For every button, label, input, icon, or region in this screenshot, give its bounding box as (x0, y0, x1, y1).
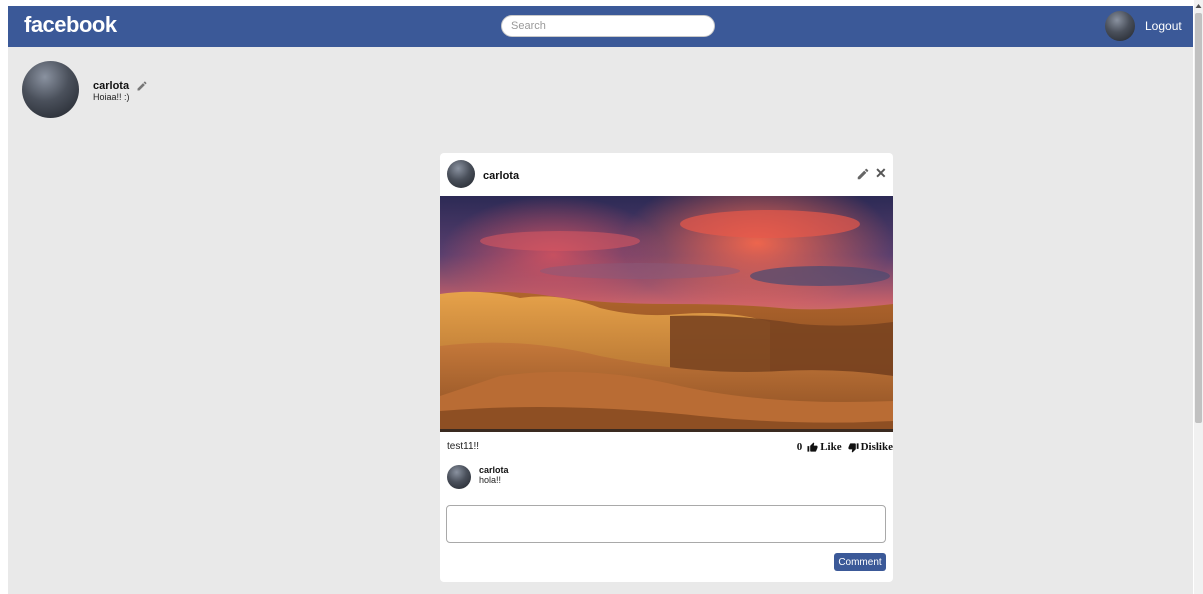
desert-sunset-image (440, 196, 893, 432)
profile-status: Hoiaa!! :) (93, 92, 130, 102)
close-icon[interactable]: ✕ (875, 166, 887, 180)
post-card: carlota ✕ test11!! 0 Like Dislike carlot… (440, 153, 893, 582)
facebook-logo[interactable]: facebook (24, 12, 117, 38)
profile-avatar[interactable] (22, 61, 79, 118)
dislike-button[interactable]: Dislike (861, 441, 893, 453)
comment-input[interactable] (446, 505, 886, 543)
thumbs-down-icon[interactable] (848, 442, 859, 453)
post-author-avatar[interactable] (447, 160, 475, 188)
comment-avatar[interactable] (447, 465, 471, 489)
comment-text: hola!! (479, 475, 502, 485)
top-navbar: facebook Logout (8, 6, 1193, 47)
post-author-name[interactable]: carlota (483, 170, 519, 182)
post-caption: test11!! (447, 441, 480, 452)
pencil-icon[interactable] (136, 80, 148, 92)
search-input[interactable] (501, 15, 715, 37)
thumbs-up-icon[interactable] (807, 441, 818, 453)
post-image (440, 196, 893, 432)
post-reactions: 0 Like Dislike (797, 441, 893, 453)
nav-avatar[interactable] (1105, 11, 1135, 41)
like-button[interactable]: Like (820, 441, 841, 453)
page-scrollbar[interactable] (1194, 0, 1203, 594)
profile-name-text: carlota (93, 80, 130, 92)
profile-name: carlota (93, 80, 148, 92)
pencil-icon[interactable] (856, 167, 870, 181)
comment-button[interactable]: Comment (834, 553, 886, 571)
scroll-up-arrow-icon[interactable] (1194, 0, 1203, 12)
like-count: 0 (796, 441, 803, 453)
comment-author[interactable]: carlota (479, 465, 509, 475)
page-viewport: facebook Logout carlota Hoiaa!! :) carlo… (8, 6, 1193, 594)
scroll-thumb[interactable] (1195, 13, 1202, 423)
logout-link[interactable]: Logout (1145, 19, 1182, 33)
